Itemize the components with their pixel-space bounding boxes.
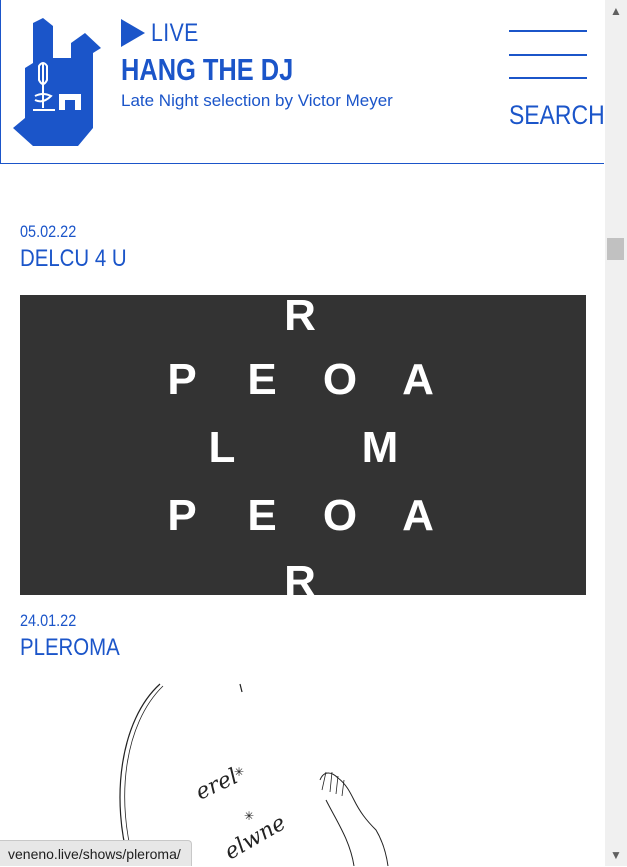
sketch-star: ✳ bbox=[234, 765, 244, 779]
poster-letter: O bbox=[322, 491, 358, 540]
live-indicator[interactable]: LIVE bbox=[121, 18, 207, 48]
live-label: LIVE bbox=[151, 18, 199, 47]
show-title-link[interactable]: DELCU 4 U bbox=[20, 245, 127, 273]
vertical-scrollbar[interactable]: ▲ ▼ bbox=[605, 0, 627, 866]
scroll-up-arrow-icon[interactable]: ▲ bbox=[610, 4, 622, 18]
page: LIVE HANG THE DJ Late Night selection by… bbox=[0, 0, 605, 866]
search-button[interactable]: SEARCH bbox=[509, 100, 605, 131]
line-drawing-illustration: erel elwne ✳ ✳ bbox=[119, 683, 389, 866]
sketch-star: ✳ bbox=[244, 809, 254, 823]
now-playing-title: HANG THE DJ bbox=[121, 52, 294, 87]
poster-letter: E bbox=[247, 491, 277, 540]
poster-letter: O bbox=[322, 355, 358, 404]
poster-letter: E bbox=[247, 355, 277, 404]
status-bar-url: veneno.live/shows/pleroma/ bbox=[0, 840, 192, 866]
veneno-logo-icon[interactable] bbox=[13, 18, 103, 148]
site-header: LIVE HANG THE DJ Late Night selection by… bbox=[0, 0, 605, 164]
poster-letter: M bbox=[361, 423, 399, 472]
show-cover-image[interactable]: erel elwne ✳ ✳ bbox=[20, 680, 586, 866]
hamburger-menu-icon[interactable] bbox=[509, 30, 587, 80]
play-icon[interactable] bbox=[121, 19, 145, 47]
poster-letter: P bbox=[167, 491, 197, 540]
scrollbar-thumb[interactable] bbox=[607, 238, 624, 260]
scroll-down-arrow-icon[interactable]: ▼ bbox=[610, 848, 622, 862]
poster-letter: A bbox=[402, 355, 434, 404]
poster-letter: A bbox=[402, 491, 434, 540]
show-date: 05.02.22 bbox=[20, 222, 77, 241]
poster-letter: R bbox=[284, 557, 316, 595]
show-title-link[interactable]: PLEROMA bbox=[20, 634, 120, 662]
sketch-word: elwne bbox=[221, 811, 291, 866]
poster-letter: L bbox=[208, 423, 236, 472]
show-date: 24.01.22 bbox=[20, 611, 77, 630]
poster-letter: R bbox=[284, 295, 316, 340]
show-cover-image[interactable]: R P E O A L M P E O A R bbox=[20, 295, 586, 595]
poster-letter: P bbox=[167, 355, 197, 404]
now-playing-subtitle: Late Night selection by Victor Meyer bbox=[121, 91, 393, 110]
